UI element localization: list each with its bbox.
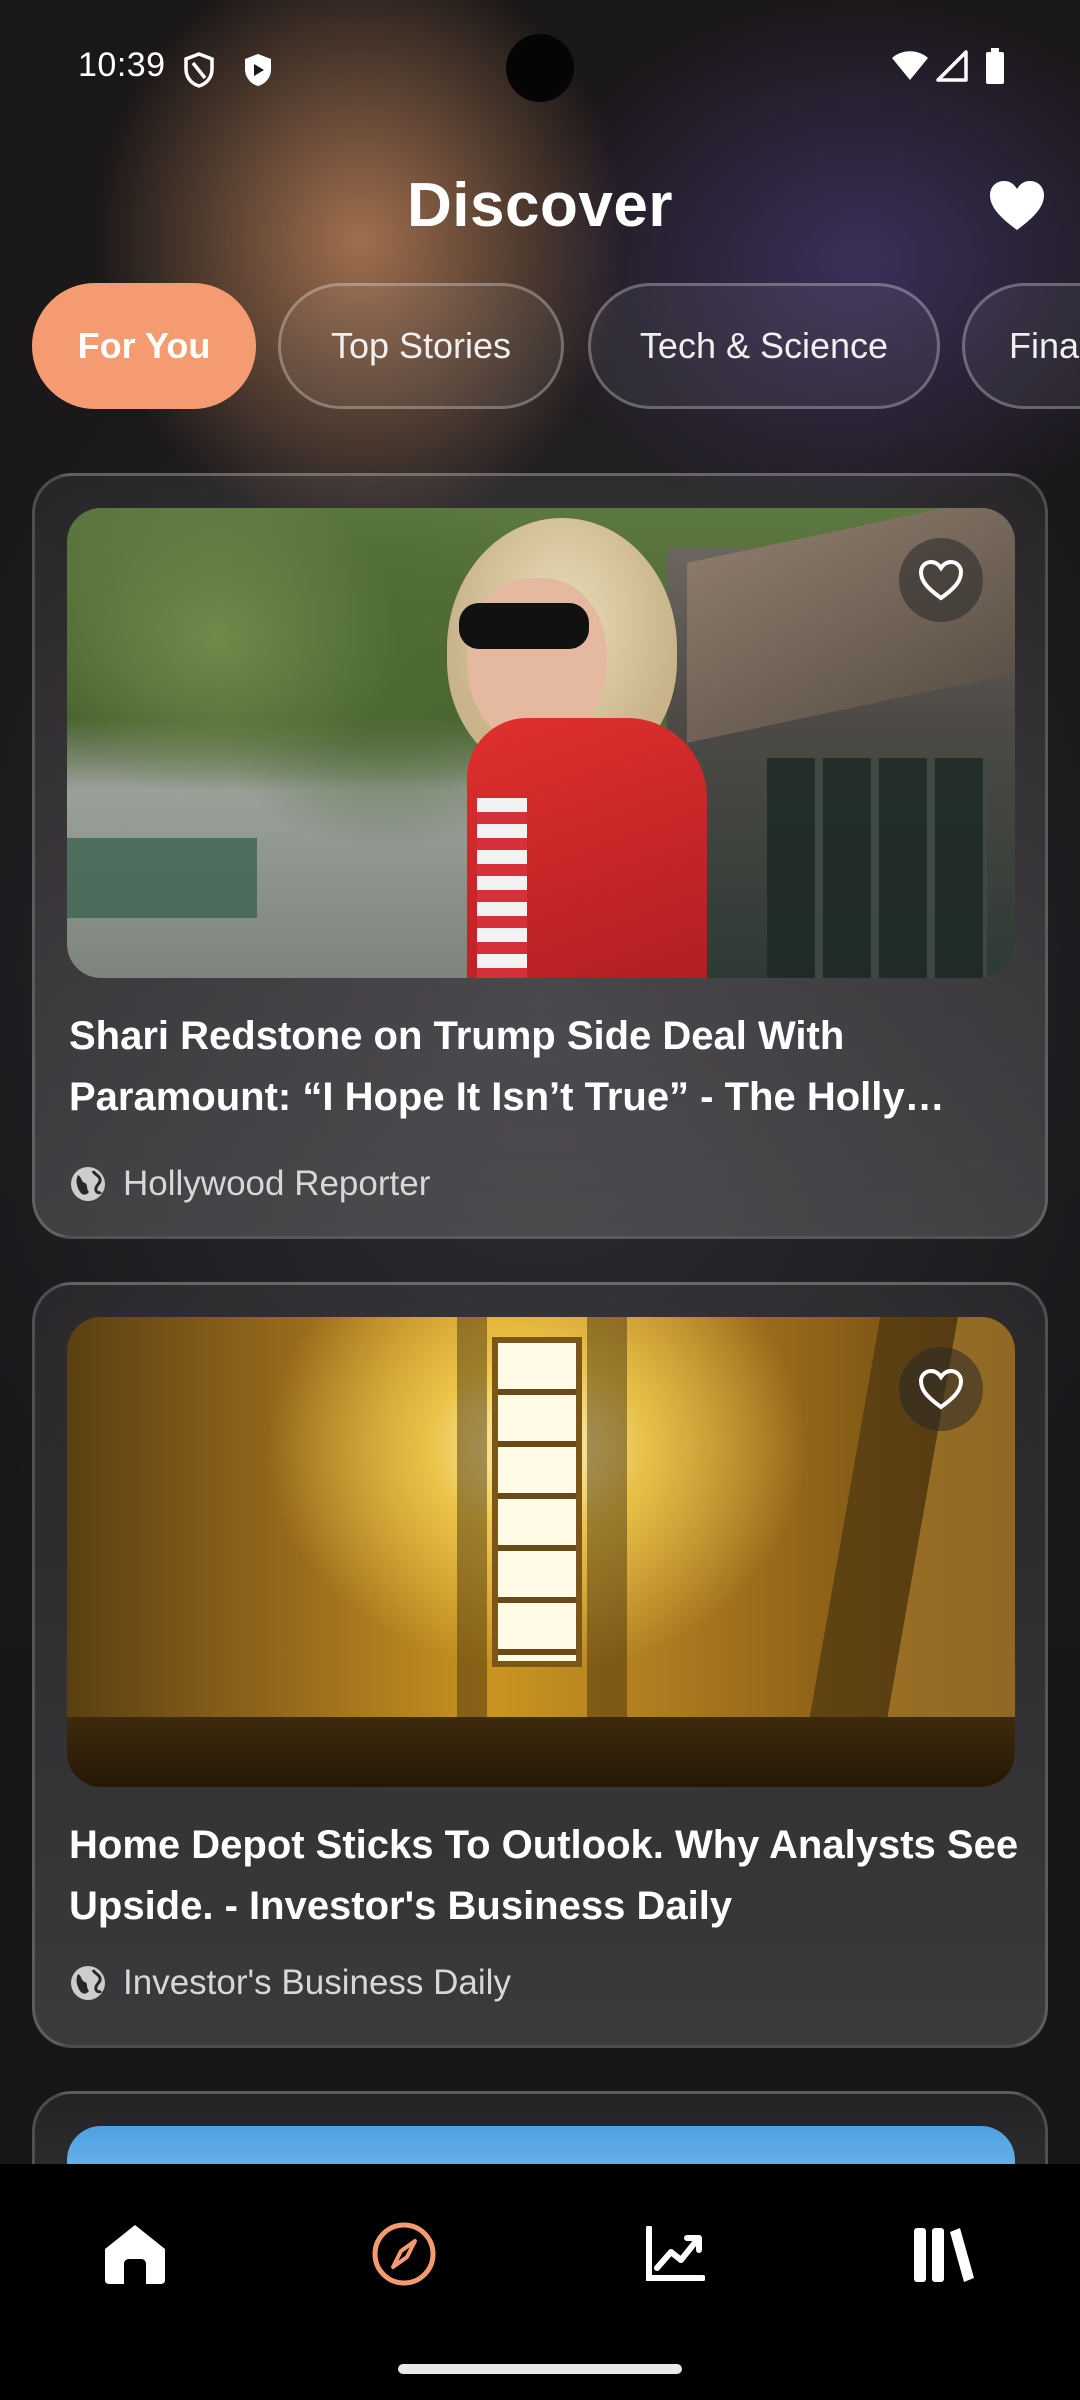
- globe-icon: [71, 1966, 105, 2000]
- page-title: Discover: [407, 171, 673, 240]
- trending-up-icon: [646, 2226, 705, 2281]
- status-bar: 10:39: [0, 0, 1080, 134]
- sunbeam-through-window-photo: [67, 1317, 1015, 1787]
- nav-library[interactable]: [893, 2204, 993, 2304]
- article-source: Hollywood Reporter: [69, 1162, 430, 1206]
- article-card[interactable]: Home Depot Sticks To Outlook. Why Analys…: [32, 1282, 1048, 2048]
- home-icon: [105, 2225, 165, 2284]
- compass-icon: [372, 2222, 436, 2286]
- category-tabs: For You Top Stories Tech & Science Fina: [32, 283, 1080, 409]
- article-card[interactable]: Shari Redstone on Trump Side Deal With P…: [32, 473, 1048, 1239]
- library-icon: [914, 2228, 974, 2282]
- nav-discover[interactable]: [354, 2204, 454, 2304]
- globe-icon: [71, 1167, 105, 1201]
- article-headline[interactable]: Home Depot Sticks To Outlook. Why Analys…: [69, 1815, 1019, 1937]
- article-image: [67, 1317, 1015, 1787]
- tab-tech-science[interactable]: Tech & Science: [588, 283, 940, 409]
- heart-outline-icon: [918, 1368, 964, 1410]
- wifi-icon: [890, 50, 930, 87]
- article-headline[interactable]: Shari Redstone on Trump Side Deal With P…: [69, 1006, 1019, 1128]
- save-article-button[interactable]: [899, 538, 983, 622]
- favorites-button[interactable]: [988, 180, 1046, 238]
- shield-outline-icon: [183, 52, 215, 93]
- battery-icon: [985, 48, 1005, 89]
- camera-cutout: [506, 34, 574, 102]
- article-image: [67, 508, 1015, 978]
- save-article-button[interactable]: [899, 1347, 983, 1431]
- source-name: Investor's Business Daily: [123, 1963, 511, 2002]
- heart-icon: [990, 181, 1044, 230]
- tab-top-stories[interactable]: Top Stories: [278, 283, 564, 409]
- gesture-bar[interactable]: [398, 2364, 682, 2374]
- nav-markets[interactable]: [625, 2204, 725, 2304]
- tab-finance[interactable]: Fina: [962, 283, 1080, 409]
- shield-filled-icon: [242, 52, 274, 93]
- article-source: Investor's Business Daily: [69, 1961, 511, 2005]
- nav-home[interactable]: [85, 2204, 185, 2304]
- woman-in-red-jacket-photo: [67, 508, 1015, 978]
- source-name: Hollywood Reporter: [123, 1164, 431, 1203]
- status-time: 10:39: [78, 46, 166, 84]
- signal-icon: [936, 50, 968, 87]
- tab-for-you[interactable]: For You: [32, 283, 256, 409]
- heart-outline-icon: [918, 559, 964, 601]
